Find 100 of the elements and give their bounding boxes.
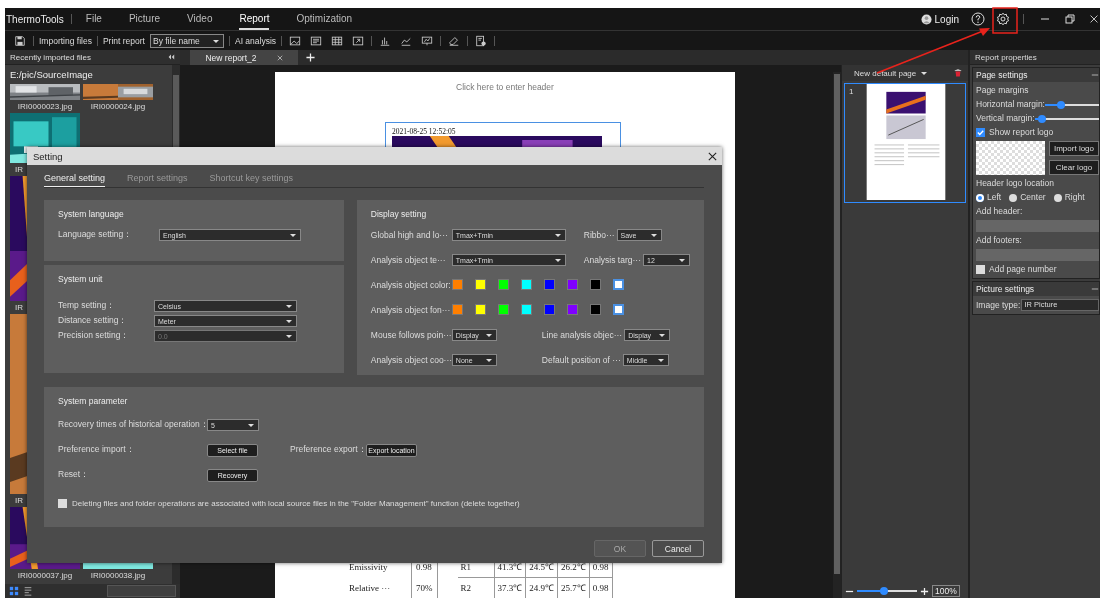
field-label: Page margins	[976, 85, 1030, 96]
clear-logo-button[interactable]: Clear logo	[1049, 160, 1099, 175]
header-input[interactable]	[976, 220, 1099, 232]
avatar-icon	[920, 13, 932, 25]
slider-track[interactable]	[1045, 103, 1099, 106]
color-swatch[interactable]	[520, 304, 532, 315]
caret-icon	[212, 39, 219, 43]
caret-icon	[650, 233, 657, 237]
settings-tab[interactable]: General setting	[44, 169, 106, 187]
login-button[interactable]: Login	[934, 13, 959, 25]
field-label: Line analysis objec···	[541, 329, 623, 340]
sort-dropdown[interactable]: By file name	[149, 33, 224, 48]
field-label: Horizontal margin:	[976, 99, 1045, 110]
color-swatch[interactable]	[451, 304, 463, 315]
caret-icon[interactable]	[921, 71, 928, 75]
field-label: Add header:	[976, 206, 1024, 217]
trash-icon[interactable]	[954, 69, 962, 77]
caret-icon	[657, 358, 664, 362]
ai-analysis-button[interactable]: AI analysis	[234, 35, 277, 46]
import-files-button[interactable]: Importing files	[39, 35, 92, 46]
caret-icon	[679, 258, 685, 262]
slider-thumb[interactable]	[1057, 100, 1066, 109]
export-icon[interactable]	[352, 34, 365, 47]
color-swatch[interactable]	[497, 279, 509, 290]
zoom-in-icon[interactable]	[920, 586, 929, 596]
folder-path: E:/pic/SourceImage	[10, 69, 94, 80]
restore-icon[interactable]	[1063, 12, 1077, 26]
field-label: Temp setting：	[58, 300, 117, 312]
color-swatch[interactable]	[543, 279, 555, 290]
color-swatch[interactable]	[589, 304, 601, 315]
color-swatch[interactable]	[589, 279, 601, 290]
slider-thumb[interactable]	[1038, 114, 1047, 123]
field-label: Analysis object coo···	[370, 354, 452, 365]
color-swatch[interactable]	[474, 304, 486, 315]
footer-input[interactable]	[976, 249, 1099, 261]
grid-view-icon[interactable]	[9, 586, 19, 596]
color-swatch[interactable]	[474, 279, 486, 290]
field-label: Analysis object te···	[370, 254, 447, 265]
zoom-value[interactable]: 100%	[932, 585, 960, 597]
field-label: Language setting：	[58, 229, 134, 241]
collapse-icon[interactable]	[167, 53, 175, 61]
field-label: Preference import：	[58, 444, 136, 456]
report-tab[interactable]: New report_2	[190, 50, 298, 65]
page-settings-icon[interactable]	[475, 34, 488, 47]
slider-thumb[interactable]	[880, 587, 888, 595]
save-icon[interactable]	[14, 34, 26, 47]
radio-button[interactable]	[1009, 193, 1018, 202]
file-name: IRI0000038.jpg	[90, 570, 146, 582]
color-swatch[interactable]	[612, 279, 624, 290]
checkbox-label: Show report logo	[989, 127, 1054, 138]
add-icon[interactable]	[306, 53, 315, 62]
eraser-icon[interactable]	[448, 34, 461, 47]
field-label: Recovery times of historical operation：	[58, 419, 207, 431]
checkbox-label: Deleting files and folder operations are associated with local source files in the "Folder Management" function (delete together)	[72, 498, 520, 508]
menu-tab[interactable]: Report	[239, 8, 270, 30]
menu-tab[interactable]: Video	[187, 8, 213, 30]
color-swatch[interactable]	[566, 304, 578, 315]
color-swatch[interactable]	[520, 279, 532, 290]
radio-label: Right	[1064, 192, 1085, 203]
panel-title: Recently imported files	[10, 52, 91, 62]
header-placeholder[interactable]: Click here to enter header	[275, 72, 735, 92]
checkbox[interactable]	[58, 498, 67, 508]
field-label: Precision setting：	[58, 330, 131, 342]
slider-track[interactable]	[1034, 117, 1099, 120]
field-label: Add footers:	[976, 235, 1023, 246]
help-icon[interactable]	[971, 12, 985, 26]
caret-icon	[248, 424, 254, 427]
menu-tab[interactable]: Optimization	[296, 8, 353, 30]
search-field[interactable]	[107, 585, 176, 597]
text-box-icon[interactable]	[310, 34, 323, 47]
field-label: Reset：	[58, 469, 91, 481]
list-view-icon[interactable]	[23, 586, 33, 596]
table-icon[interactable]	[331, 34, 344, 47]
caret-icon	[286, 335, 292, 338]
color-swatch[interactable]	[451, 279, 463, 290]
page-thumbnail[interactable]: 1	[844, 83, 966, 203]
field-label: Global high and lo···	[370, 229, 449, 240]
highlight-box	[992, 7, 1018, 34]
color-swatch[interactable]	[612, 304, 624, 315]
table-cell: Relative ···	[345, 577, 412, 598]
radio-button[interactable]	[1053, 193, 1062, 202]
radio-button[interactable]	[976, 193, 984, 202]
checkbox[interactable]	[976, 265, 985, 274]
checkbox[interactable]	[976, 128, 985, 137]
table-cell: 25.7℃	[557, 577, 590, 598]
menu-tab[interactable]: File	[85, 8, 102, 30]
image-icon[interactable]	[289, 34, 302, 47]
chart-board-icon[interactable]	[421, 34, 434, 47]
section-title: Picture settings	[976, 284, 1035, 294]
print-report-button[interactable]: Print report	[102, 35, 145, 46]
color-swatch[interactable]	[566, 279, 578, 290]
settings-icon[interactable]	[996, 12, 1010, 26]
import-logo-button[interactable]: Import logo	[1049, 141, 1099, 156]
color-swatch[interactable]	[497, 304, 509, 315]
radio-label: Center	[1020, 192, 1046, 203]
field-label: Ribbo···	[583, 229, 615, 240]
close-icon[interactable]	[707, 150, 718, 162]
color-swatch[interactable]	[543, 304, 555, 315]
menu-tab[interactable]: Picture	[128, 8, 161, 30]
cancel-button[interactable]: Cancel	[652, 540, 704, 557]
